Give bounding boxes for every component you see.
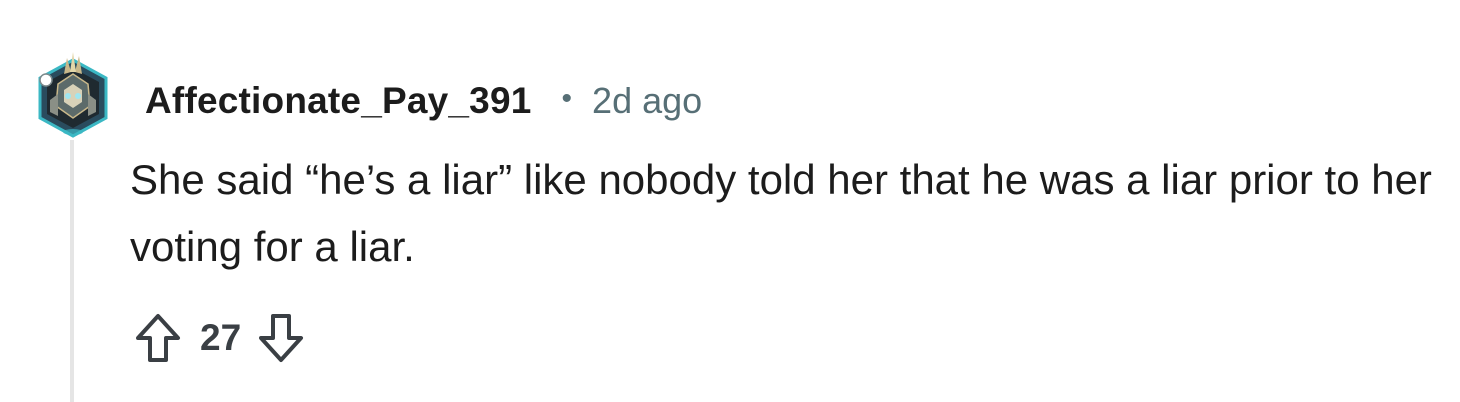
avatar-icon bbox=[38, 52, 108, 138]
comment-header: Affectionate_Pay_391 • 2d ago bbox=[145, 76, 702, 126]
vote-bar: 27 bbox=[130, 308, 309, 368]
username-link[interactable]: Affectionate_Pay_391 bbox=[145, 80, 532, 122]
thread-line[interactable] bbox=[70, 140, 74, 402]
avatar[interactable] bbox=[34, 50, 112, 140]
downvote-button[interactable] bbox=[253, 308, 309, 368]
upvote-button[interactable] bbox=[130, 308, 186, 368]
upvote-arrow-icon bbox=[136, 314, 180, 362]
meta-separator: • bbox=[561, 82, 573, 115]
downvote-arrow-icon bbox=[259, 314, 304, 362]
vote-score: 27 bbox=[200, 317, 242, 358]
timestamp[interactable]: 2d ago bbox=[592, 80, 702, 122]
comment-body: She said “he’s a liar” like nobody told … bbox=[130, 156, 1432, 270]
